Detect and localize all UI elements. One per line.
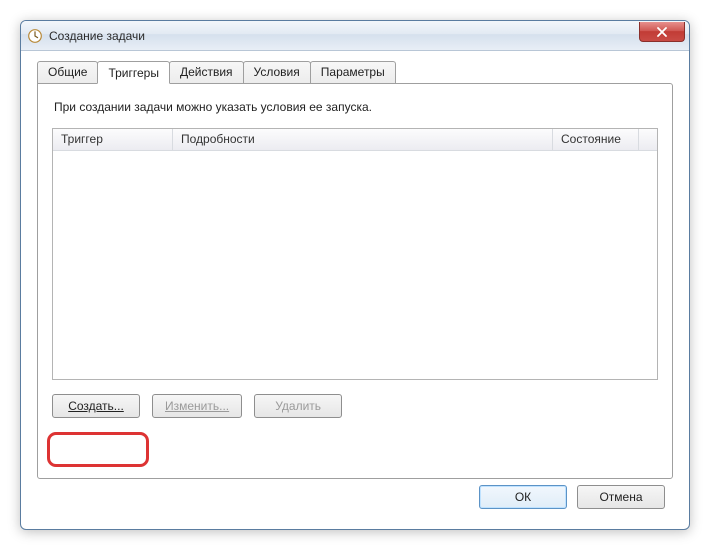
- close-button[interactable]: [639, 22, 685, 42]
- cancel-button-label: Отмена: [599, 490, 642, 504]
- tab-conditions[interactable]: Условия: [243, 61, 311, 83]
- col-details[interactable]: Подробности: [173, 129, 553, 150]
- delete-button[interactable]: Удалить: [254, 394, 342, 418]
- create-button[interactable]: Создать...: [52, 394, 140, 418]
- tab-label: Триггеры: [108, 66, 159, 80]
- list-header: Триггер Подробности Состояние: [53, 129, 657, 151]
- triggers-button-row: Создать... Изменить... Удалить: [52, 394, 658, 418]
- triggers-list[interactable]: Триггер Подробности Состояние: [52, 128, 658, 380]
- edit-button-label: Изменить...: [165, 399, 229, 413]
- tab-general[interactable]: Общие: [37, 61, 98, 83]
- tab-label: Общие: [48, 65, 87, 79]
- tab-label: Действия: [180, 65, 233, 79]
- ok-button[interactable]: ОК: [479, 485, 567, 509]
- tab-label: Условия: [254, 65, 300, 79]
- window-title: Создание задачи: [49, 29, 145, 43]
- dialog-window: Создание задачи Общие Триггеры Действия …: [20, 20, 690, 530]
- col-trigger[interactable]: Триггер: [53, 129, 173, 150]
- delete-button-label: Удалить: [275, 399, 321, 413]
- create-button-label: Создать...: [68, 399, 124, 413]
- triggers-panel: При создании задачи можно указать услови…: [37, 83, 673, 479]
- annotation-highlight: [47, 432, 149, 467]
- cancel-button[interactable]: Отмена: [577, 485, 665, 509]
- titlebar: Создание задачи: [21, 21, 689, 51]
- close-icon: [657, 27, 667, 37]
- client-area: Общие Триггеры Действия Условия Параметр…: [29, 51, 681, 521]
- col-state[interactable]: Состояние: [553, 129, 639, 150]
- tab-strip: Общие Триггеры Действия Условия Параметр…: [37, 61, 681, 83]
- clock-icon: [27, 28, 43, 44]
- dialog-footer: ОК Отмена: [479, 485, 665, 509]
- col-spacer: [639, 129, 657, 150]
- edit-button[interactable]: Изменить...: [152, 394, 242, 418]
- tab-settings[interactable]: Параметры: [310, 61, 396, 83]
- tab-label: Параметры: [321, 65, 385, 79]
- list-rows[interactable]: [53, 151, 657, 379]
- tab-actions[interactable]: Действия: [169, 61, 244, 83]
- tab-triggers[interactable]: Триггеры: [97, 61, 170, 84]
- ok-button-label: ОК: [515, 490, 531, 504]
- panel-description: При создании задачи можно указать услови…: [54, 100, 658, 114]
